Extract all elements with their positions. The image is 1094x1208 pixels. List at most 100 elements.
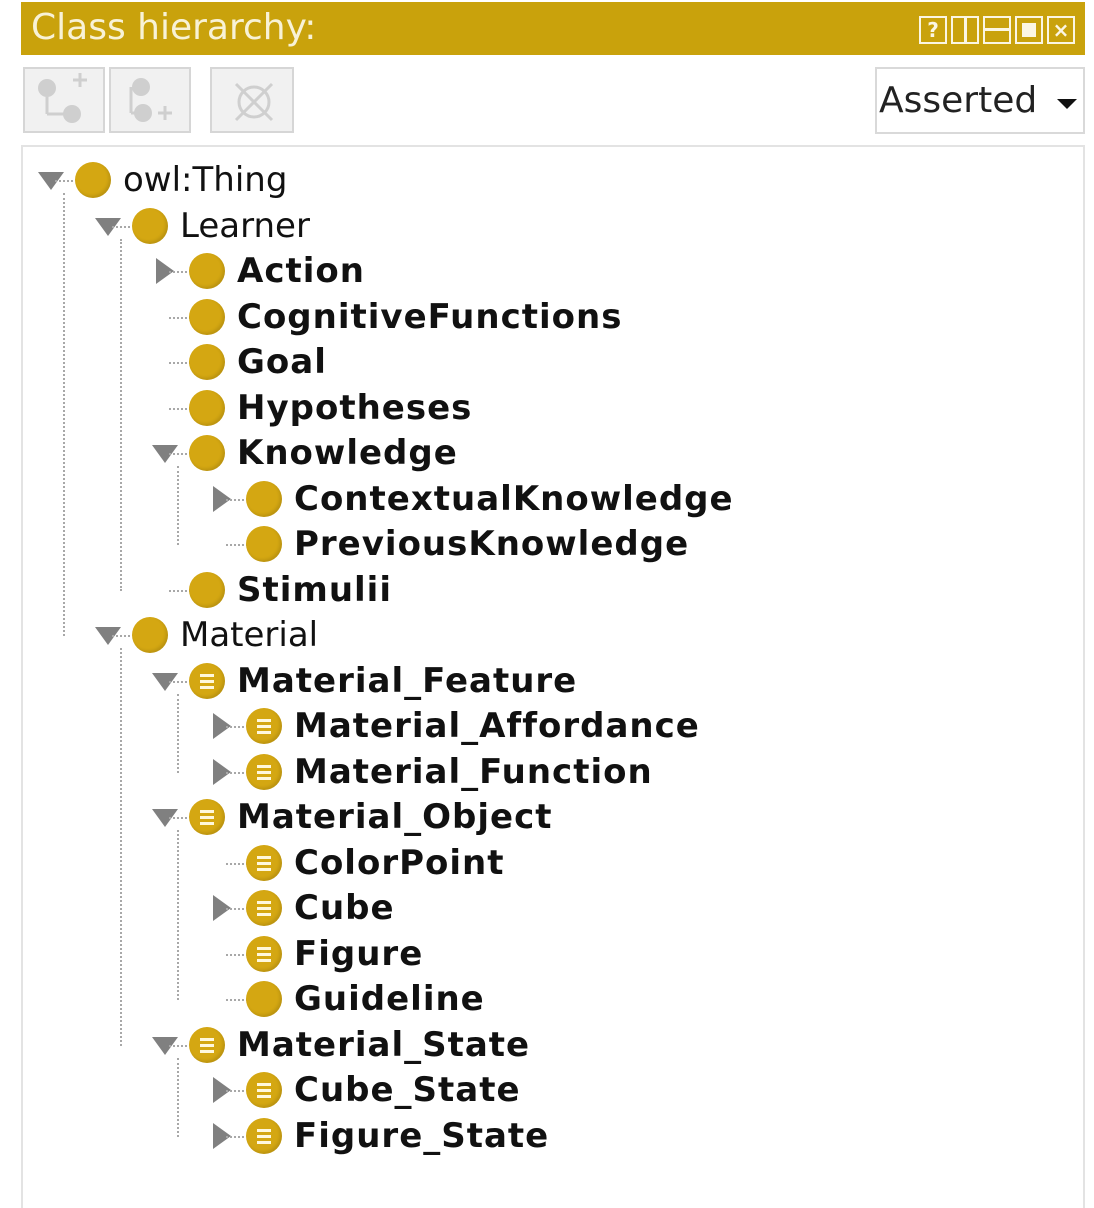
tree-node[interactable]: Material_Function xyxy=(23,745,1023,792)
tree-connector xyxy=(169,271,187,273)
tree-connector xyxy=(177,1057,179,1137)
class-icon xyxy=(246,526,282,562)
tree-connector xyxy=(120,238,122,591)
tree-connector xyxy=(226,1135,244,1138)
tree-connector xyxy=(226,908,244,910)
defined-class-icon xyxy=(246,890,282,926)
tree-node[interactable]: owl:Thing xyxy=(23,153,1023,200)
tree-node-label: Goal xyxy=(237,342,327,382)
defined-class-icon xyxy=(246,1072,282,1108)
view-title-bar: Class hierarchy: ? × xyxy=(21,2,1085,55)
tree-node[interactable]: Guideline xyxy=(23,972,1023,1019)
tree-connector xyxy=(226,1090,244,1092)
class-tree: owl:Thing Learner Action CognitiveFunctions… xyxy=(21,145,1085,1208)
tree-node[interactable]: PreviousKnowledge xyxy=(23,517,1023,564)
tree-connector xyxy=(226,726,244,728)
tree-connector xyxy=(169,680,187,683)
split-horizontal-button[interactable] xyxy=(983,16,1011,44)
tree-connector xyxy=(177,466,179,545)
tree-node-label: Hypotheses xyxy=(237,387,473,428)
tree-connector xyxy=(169,1044,187,1047)
tree-connector xyxy=(177,693,179,773)
chevron-down-icon xyxy=(1057,99,1077,109)
delete-class-icon xyxy=(234,82,274,122)
tree-connector xyxy=(226,771,244,774)
tree-node-label: owl:Thing xyxy=(123,160,288,200)
tree-node[interactable]: Cube xyxy=(23,881,1023,928)
tree-node[interactable]: Figure_State xyxy=(23,1109,1023,1156)
hierarchy-view-selected: Asserted xyxy=(879,80,1038,121)
tree-connector xyxy=(112,635,130,637)
split-vertical-icon xyxy=(964,18,967,42)
tree-node-label: ContextualKnowledge xyxy=(294,478,734,519)
tree-connector xyxy=(169,453,187,455)
tree-node-label: Figure_State xyxy=(294,1115,550,1156)
tree-node[interactable]: ContextualKnowledge xyxy=(23,472,1023,519)
tree-node[interactable]: Learner xyxy=(23,199,1023,246)
maximize-icon xyxy=(1022,23,1036,37)
tree-node[interactable]: Material xyxy=(23,608,1023,655)
tree-node[interactable]: Hypotheses xyxy=(23,381,1023,428)
class-icon xyxy=(246,981,282,1017)
tree-connector xyxy=(55,180,73,182)
tree-node-label: Cube xyxy=(294,888,395,928)
defined-class-icon xyxy=(246,753,282,790)
tree-node-label: Figure xyxy=(294,933,424,974)
defined-class-icon xyxy=(189,662,225,699)
tree-node[interactable]: Material_Object xyxy=(23,790,1023,837)
class-icon xyxy=(189,298,225,335)
defined-class-icon xyxy=(246,1117,282,1154)
tree-connector xyxy=(120,648,122,1046)
tree-node-label: Cube_State xyxy=(294,1070,521,1110)
defined-class-icon xyxy=(246,844,282,881)
hierarchy-view-dropdown[interactable]: Asserted xyxy=(875,67,1085,134)
tree-node[interactable]: Knowledge xyxy=(23,426,1023,473)
class-icon xyxy=(189,253,225,289)
class-icon xyxy=(189,435,225,471)
tree-node[interactable]: ColorPoint xyxy=(23,836,1023,883)
tree-connector xyxy=(112,225,130,228)
close-icon: × xyxy=(1052,18,1070,42)
maximize-button[interactable] xyxy=(1015,16,1043,44)
class-icon xyxy=(189,344,225,380)
defined-class-icon xyxy=(189,1026,225,1063)
tree-node-label: Stimulii xyxy=(237,569,392,610)
delete-class-button[interactable] xyxy=(210,67,294,133)
add-subclass-button[interactable] xyxy=(23,67,105,133)
tree-node[interactable]: Action xyxy=(23,244,1023,291)
tree-node[interactable]: Material_State xyxy=(23,1018,1023,1065)
tree-node[interactable]: Material_Affordance xyxy=(23,699,1023,746)
tree-node[interactable]: Stimulii xyxy=(23,563,1023,610)
split-horizontal-icon xyxy=(985,28,1009,31)
split-vertical-button[interactable] xyxy=(951,16,979,44)
class-icon xyxy=(132,207,168,244)
view-window-buttons: ? × xyxy=(919,16,1075,44)
tree-connector xyxy=(63,193,65,636)
help-button[interactable]: ? xyxy=(919,16,947,44)
tree-node[interactable]: Cube_State xyxy=(23,1063,1023,1110)
tree-node-label: Guideline xyxy=(294,979,485,1019)
tree-node-label: Material_Feature xyxy=(237,660,578,701)
tree-node-label: Material_State xyxy=(237,1024,531,1065)
tree-node-label: PreviousKnowledge xyxy=(294,524,690,564)
defined-class-icon xyxy=(246,708,282,744)
tree-node-label: Knowledge xyxy=(237,433,458,473)
close-button[interactable]: × xyxy=(1047,16,1075,44)
tree-node[interactable]: Goal xyxy=(23,335,1023,382)
view-title: Class hierarchy: xyxy=(31,7,317,48)
tree-connector xyxy=(177,830,179,1000)
tree-node[interactable]: CognitiveFunctions xyxy=(23,290,1023,337)
class-toolbar: Asserted xyxy=(21,64,1085,140)
add-sibling-class-button[interactable] xyxy=(109,67,191,133)
tree-node-label: ColorPoint xyxy=(294,842,505,883)
class-icon xyxy=(132,617,168,653)
tree-node[interactable]: Figure xyxy=(23,927,1023,974)
class-icon xyxy=(246,480,282,517)
tree-connector xyxy=(169,817,187,819)
defined-class-icon xyxy=(189,799,225,835)
help-icon: ? xyxy=(927,18,939,42)
tree-node-label: Learner xyxy=(180,205,310,246)
tree-node-label: Action xyxy=(237,251,365,291)
tree-node-label: CognitiveFunctions xyxy=(237,296,623,337)
tree-node[interactable]: Material_Feature xyxy=(23,654,1023,701)
